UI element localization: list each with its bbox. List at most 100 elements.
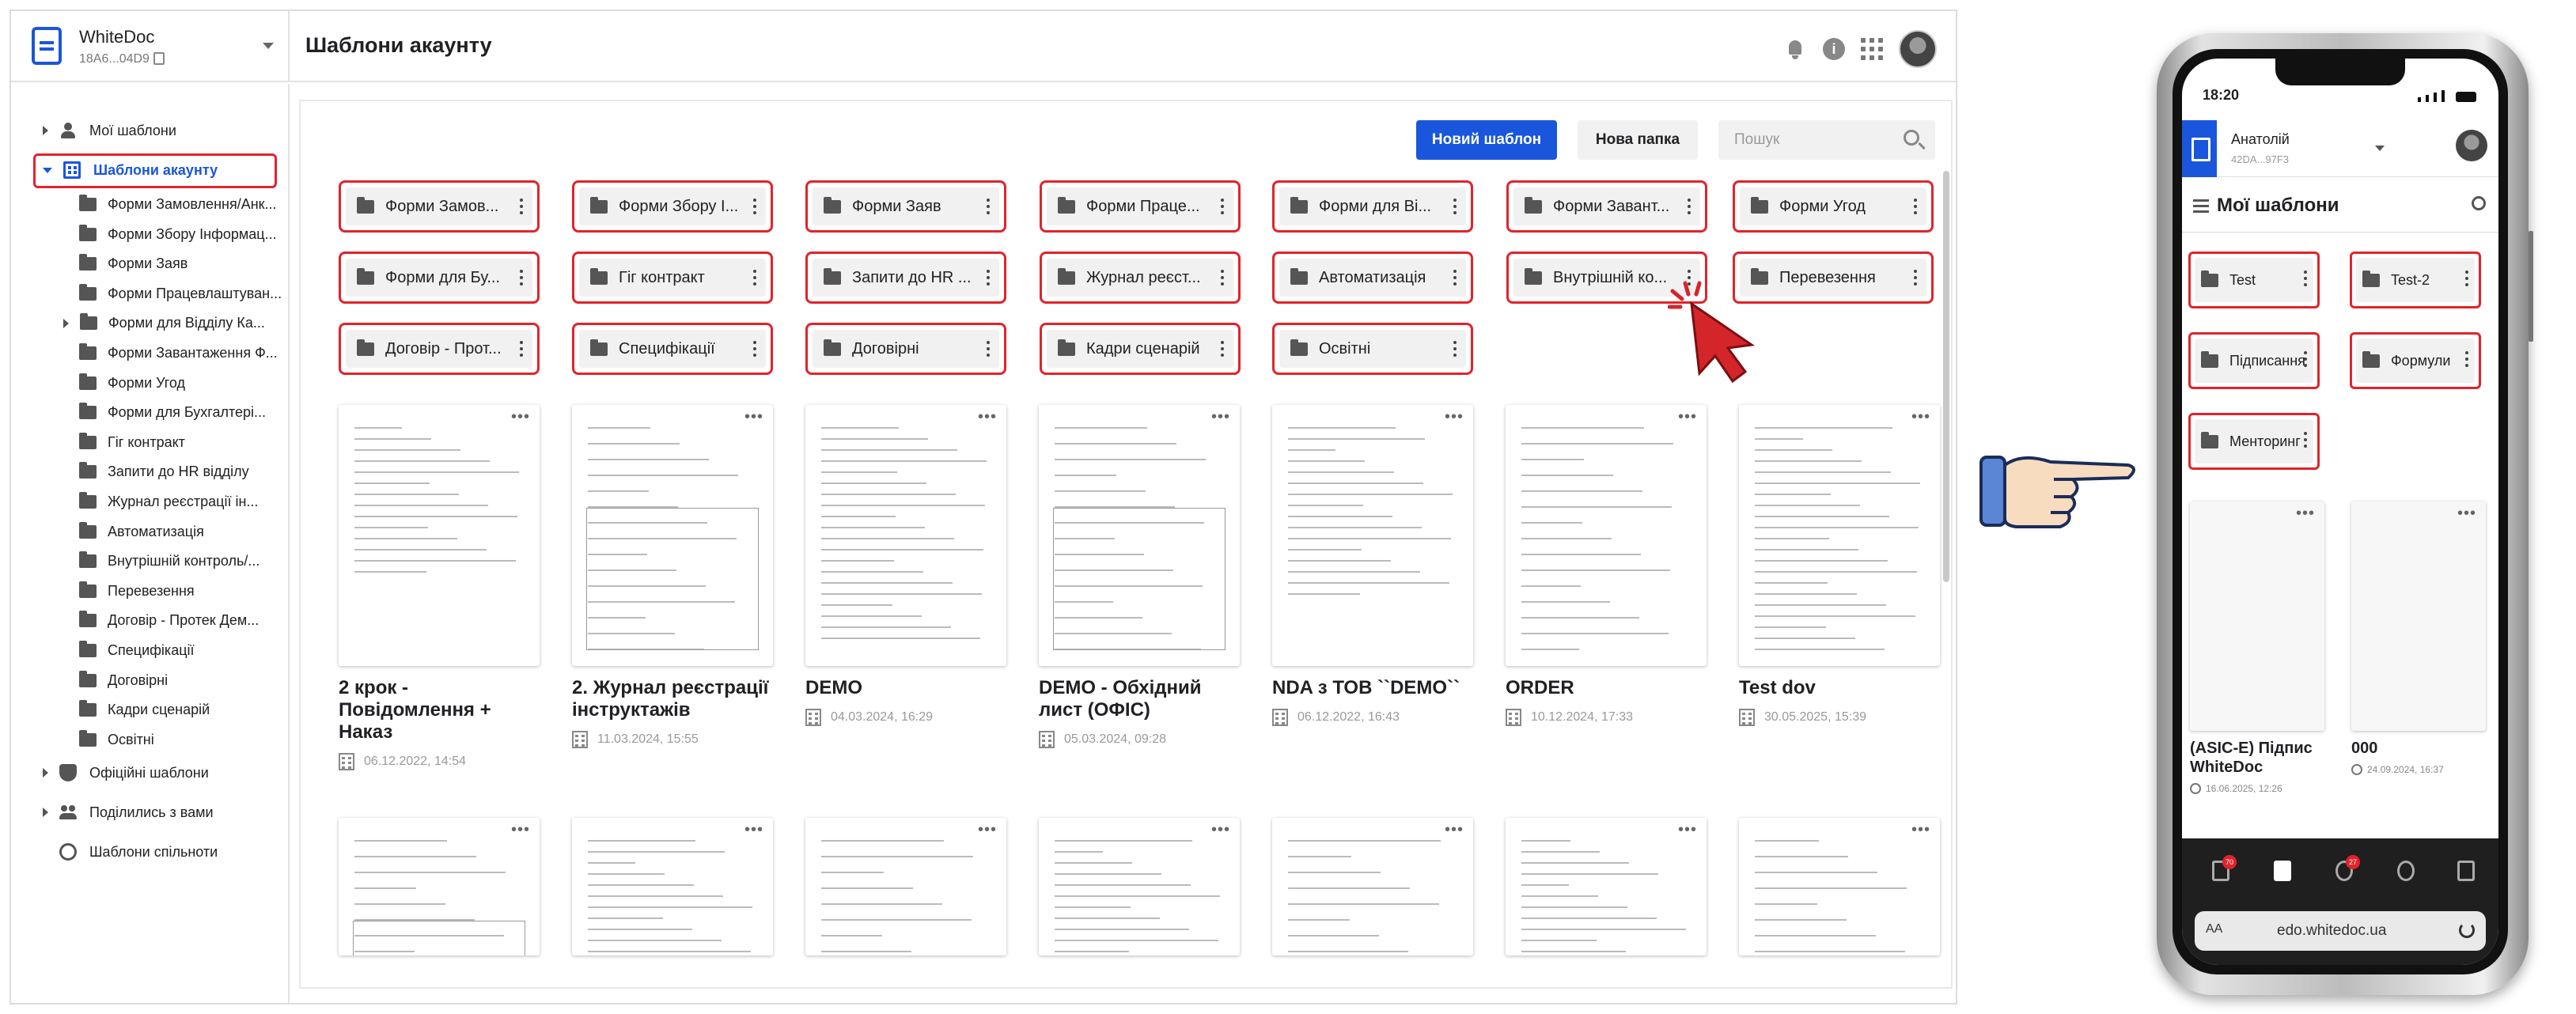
sidebar-folder-item[interactable]: Форми для Відділу Ка... bbox=[63, 313, 265, 331]
more-options-icon[interactable] bbox=[753, 270, 756, 273]
template-thumbnail[interactable]: ••• bbox=[2190, 501, 2324, 731]
sidebar-folder-item[interactable]: Форми Завантаження Ф... bbox=[79, 343, 278, 361]
more-options-icon[interactable] bbox=[987, 199, 990, 202]
template-card[interactable]: ••• bbox=[805, 818, 1006, 955]
more-options-icon[interactable] bbox=[2304, 432, 2307, 435]
phone-folder-chip[interactable]: Підписання bbox=[2188, 332, 2320, 389]
more-options-icon[interactable]: ••• bbox=[978, 409, 997, 425]
check-nav-icon[interactable]: 27 bbox=[2335, 855, 2360, 881]
chevron-down-icon[interactable] bbox=[2375, 146, 2385, 151]
more-options-icon[interactable] bbox=[753, 199, 756, 202]
chevron-right-icon[interactable] bbox=[43, 768, 48, 778]
folder-chip[interactable]: Форми Угод bbox=[1733, 180, 1934, 233]
more-options-icon[interactable] bbox=[2304, 271, 2307, 274]
template-card[interactable]: ••• 2 крок - Повідомлення + Наказ 06.12.20… bbox=[339, 405, 540, 770]
whitedoc-logo-icon[interactable] bbox=[2182, 120, 2217, 177]
chat-nav-icon[interactable] bbox=[2457, 861, 2475, 881]
template-card[interactable]: ••• bbox=[1506, 818, 1707, 955]
more-options-icon[interactable] bbox=[1453, 341, 1457, 344]
more-options-icon[interactable] bbox=[520, 270, 523, 273]
sidebar-folder-item[interactable]: Запити до HR відділу bbox=[79, 462, 249, 480]
more-options-icon[interactable] bbox=[1688, 199, 1691, 202]
template-card[interactable]: ••• bbox=[572, 818, 773, 955]
sidebar-folder-item[interactable]: Форми для Бухгалтері... bbox=[79, 403, 266, 421]
phone-folder-chip[interactable]: Формули bbox=[2350, 332, 2481, 389]
folder-chip[interactable]: Форми для Бу... bbox=[339, 252, 540, 304]
folder-chip[interactable]: Кадри сценарій bbox=[1040, 323, 1241, 375]
verified-nav-icon[interactable] bbox=[2397, 861, 2415, 881]
template-thumbnail[interactable]: ••• bbox=[339, 818, 540, 955]
chevron-down-icon[interactable] bbox=[263, 43, 274, 49]
more-options-icon[interactable]: ••• bbox=[2296, 505, 2315, 521]
more-options-icon[interactable] bbox=[2465, 351, 2468, 354]
more-options-icon[interactable] bbox=[753, 341, 756, 344]
more-options-icon[interactable] bbox=[2465, 271, 2468, 274]
template-thumbnail[interactable]: ••• bbox=[1506, 818, 1707, 955]
sidebar-folder-item[interactable]: Договір - Протек Дем... bbox=[79, 611, 259, 629]
sidebar-folder-item[interactable]: Форми Угод bbox=[79, 373, 185, 392]
template-thumbnail[interactable]: ••• bbox=[1272, 818, 1473, 955]
sidebar-folder-item[interactable]: Форми Працевлаштуван... bbox=[79, 283, 282, 302]
reader-mode-button[interactable]: AA bbox=[2206, 922, 2222, 936]
more-options-icon[interactable]: ••• bbox=[1911, 822, 1930, 838]
sidebar-folder-item[interactable]: Внутрішній контроль/... bbox=[79, 551, 259, 569]
sidebar-folder-item[interactable]: Кадри сценарій bbox=[79, 700, 210, 718]
folder-chip[interactable]: Форми Праце... bbox=[1040, 180, 1241, 233]
search-input[interactable]: Пошук bbox=[1718, 120, 1935, 160]
phone-folder-chip[interactable]: Менторинг bbox=[2188, 413, 2320, 470]
reload-icon[interactable] bbox=[2459, 922, 2475, 938]
sidebar-item-my-templates[interactable]: Мої шаблони bbox=[43, 122, 176, 139]
template-card[interactable]: ••• bbox=[1739, 818, 1940, 955]
more-options-icon[interactable]: ••• bbox=[1211, 822, 1230, 838]
document-nav-icon[interactable] bbox=[2274, 861, 2291, 881]
more-options-icon[interactable]: ••• bbox=[1911, 409, 1930, 425]
sidebar-folder-item[interactable]: Форми Збору Інформац... bbox=[79, 224, 277, 243]
sidebar-folder-item[interactable]: Форми Заяв bbox=[79, 254, 188, 272]
more-options-icon[interactable]: ••• bbox=[1445, 409, 1464, 425]
phone-template-card[interactable]: ••• (ASIC-E) Підпис WhiteDoc 16.06.2025, 1… bbox=[2190, 501, 2324, 794]
more-options-icon[interactable]: ••• bbox=[1211, 409, 1230, 425]
more-options-icon[interactable] bbox=[1453, 199, 1457, 202]
more-options-icon[interactable] bbox=[1914, 199, 1917, 202]
template-card[interactable]: ••• 2. Журнал реєстрації інструктажів 11.0… bbox=[572, 405, 773, 748]
sidebar-item-community[interactable]: Шаблони спільноти bbox=[59, 843, 218, 861]
more-options-icon[interactable] bbox=[987, 341, 990, 344]
bell-icon[interactable] bbox=[1783, 37, 1807, 61]
template-thumbnail[interactable]: ••• bbox=[1272, 405, 1473, 666]
more-options-icon[interactable] bbox=[1914, 270, 1917, 273]
more-options-icon[interactable] bbox=[520, 199, 523, 202]
template-card[interactable]: ••• DEMO - Обхідний лист (ОФІС) 05.03.2024… bbox=[1039, 405, 1240, 748]
new-template-button[interactable]: Новий шаблон bbox=[1416, 120, 1557, 160]
more-options-icon[interactable] bbox=[1221, 199, 1224, 202]
template-thumbnail[interactable]: ••• bbox=[1039, 818, 1240, 955]
folder-chip[interactable]: Форми для Ві... bbox=[1272, 180, 1473, 233]
folder-chip[interactable]: Гіг контракт bbox=[572, 252, 773, 304]
template-card[interactable]: ••• bbox=[1272, 818, 1473, 955]
apps-grid-icon[interactable] bbox=[1861, 38, 1883, 60]
chevron-right-icon[interactable] bbox=[43, 808, 48, 817]
folder-chip[interactable]: Автоматизація bbox=[1272, 252, 1473, 304]
template-card[interactable]: ••• Test dov 30.05.2025, 15:39 bbox=[1739, 405, 1940, 726]
avatar[interactable] bbox=[1899, 30, 1937, 68]
template-card[interactable]: ••• ORDER 10.12.2024, 17:33 bbox=[1506, 405, 1707, 726]
more-options-icon[interactable]: ••• bbox=[511, 409, 530, 425]
folder-chip[interactable]: Договірні bbox=[805, 323, 1006, 375]
phone-folder-chip[interactable]: Test bbox=[2188, 252, 2320, 308]
more-options-icon[interactable]: ••• bbox=[978, 822, 997, 838]
scrollbar[interactable] bbox=[1943, 171, 1949, 582]
sidebar-folder-item[interactable]: Автоматизація bbox=[79, 521, 204, 540]
new-folder-button[interactable]: Нова папка bbox=[1578, 120, 1698, 160]
sidebar-folder-item[interactable]: Специфікації bbox=[79, 641, 195, 659]
phone-folder-chip[interactable]: Test-2 bbox=[2350, 252, 2481, 308]
folder-nav-icon[interactable]: 70 bbox=[2212, 855, 2237, 881]
template-thumbnail[interactable]: ••• bbox=[805, 818, 1006, 955]
copy-icon[interactable] bbox=[153, 52, 165, 65]
folder-chip[interactable]: Форми Заяв bbox=[805, 180, 1006, 233]
sidebar-item-official[interactable]: Офіційні шаблони bbox=[43, 764, 209, 781]
folder-chip[interactable]: Освітні bbox=[1272, 323, 1473, 375]
template-card[interactable]: ••• NDA з ТОВ ``DEMO`` 06.12.2022, 16:43 bbox=[1272, 405, 1473, 726]
folder-chip[interactable]: Специфікації bbox=[572, 323, 773, 375]
more-options-icon[interactable]: ••• bbox=[511, 822, 530, 838]
folder-chip[interactable]: Форми Завант... bbox=[1506, 180, 1707, 233]
more-options-icon[interactable] bbox=[1221, 270, 1224, 273]
